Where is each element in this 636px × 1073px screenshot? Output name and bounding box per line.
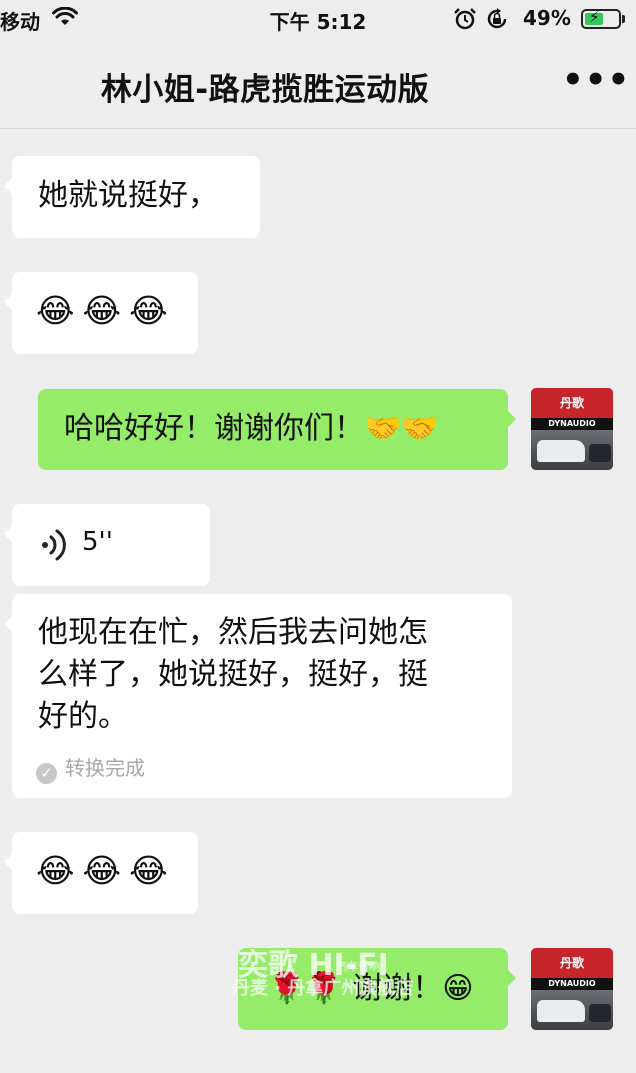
voice-message-bubble[interactable]: 5''	[4, 504, 210, 586]
alarm-icon	[453, 8, 477, 34]
check-icon: ✓	[36, 763, 57, 784]
incoming-emoji-bubble[interactable]: 😂😂😂	[4, 272, 198, 354]
voice-transcript-bubble[interactable]: 他现在在忙，然后我去问她怎 么样了，她说挺好，挺好，挺 好的。 ✓ 转换完成	[4, 594, 512, 798]
message-text: 哈哈好好！谢谢你们！🤝🤝	[64, 411, 439, 446]
chat-title: 林小姐-路虎揽胜运动版	[100, 72, 430, 108]
conversion-status-label: 转换完成	[65, 756, 145, 780]
transcript-line: 好的。	[38, 699, 128, 734]
battery-percent: 49%	[523, 6, 571, 30]
battery-nub	[622, 15, 625, 23]
charging-bolt-icon: ⚡	[589, 8, 600, 26]
transcript-line: 么样了，她说挺好，挺好，挺	[38, 657, 428, 692]
avatar-sign: 丹歌	[531, 948, 613, 978]
outgoing-text-bubble[interactable]: 哈哈好好！谢谢你们！🤝🤝	[38, 389, 516, 470]
my-avatar[interactable]: 丹歌 DYNAUDIO	[531, 388, 613, 470]
chat-header: 林小姐-路虎揽胜运动版 •••	[0, 40, 636, 129]
outgoing-text-bubble[interactable]: 🌹🌹 谢谢！😁	[238, 948, 516, 1030]
conversion-status: ✓ 转换完成	[36, 752, 145, 784]
my-avatar[interactable]: 丹歌 DYNAUDIO	[531, 948, 613, 1030]
avatar-car	[537, 1000, 585, 1022]
battery-charging-icon: ⚡	[581, 8, 621, 29]
incoming-emoji-bubble[interactable]: 😂😂😂	[4, 832, 198, 914]
status-bar: 移动 下午 5:12 49% ⚡	[0, 0, 636, 40]
emoji-laughing-tears: 😂😂😂	[36, 291, 176, 330]
avatar-sign: 丹歌	[531, 388, 613, 418]
incoming-text-bubble[interactable]: 她就说挺好，	[4, 156, 260, 238]
emoji-laughing-tears: 😂😂😂	[36, 851, 176, 890]
voice-duration: 5''	[82, 527, 113, 557]
orientation-lock-icon	[485, 8, 509, 34]
avatar-brand: DYNAUDIO	[531, 978, 613, 990]
avatar-car-dark	[589, 444, 611, 462]
avatar-car	[537, 440, 585, 462]
voice-wave-icon	[40, 528, 70, 566]
more-options-button[interactable]: •••	[562, 60, 630, 100]
message-text: 她就说挺好，	[38, 178, 218, 213]
transcript-line: 他现在在忙，然后我去问她怎	[38, 615, 428, 650]
avatar-car-dark	[589, 1004, 611, 1022]
message-text: 🌹🌹 谢谢！😁	[268, 971, 474, 1006]
transcript-text: 他现在在忙，然后我去问她怎 么样了，她说挺好，挺好，挺 好的。	[38, 612, 428, 738]
avatar-brand: DYNAUDIO	[531, 418, 613, 430]
